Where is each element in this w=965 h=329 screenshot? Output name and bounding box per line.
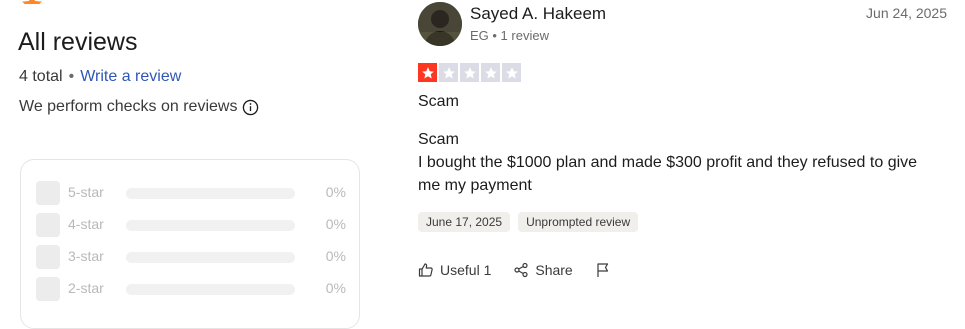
review-body-line: Scam xyxy=(418,131,459,148)
review-body-line: me my payment xyxy=(418,177,532,194)
share-label: Share xyxy=(535,262,573,278)
review-actions: Useful 1 Share xyxy=(418,262,617,278)
rating-distribution-card: 5-star 0% 4-star 0% 3-star 0% 2-star 0% xyxy=(20,159,360,329)
rating-bar xyxy=(126,188,295,199)
rating-percent: 0% xyxy=(325,184,346,200)
star-empty-icon xyxy=(439,63,458,82)
star-icon xyxy=(20,0,48,4)
page-title: All reviews xyxy=(18,28,138,56)
totals-line: 4 total • Write a review xyxy=(19,68,181,86)
share-button[interactable]: Share xyxy=(513,262,573,278)
rating-checkbox[interactable] xyxy=(36,245,60,269)
review-body: Scam I bought the $1000 plan and made $3… xyxy=(418,128,948,197)
reviewer-meta: EG • 1 review xyxy=(470,28,549,43)
rating-row-3[interactable]: 3-star 0% xyxy=(36,245,346,269)
reviews-summary-panel: All reviews 4 total • Write a review We pe… xyxy=(0,0,380,329)
rating-checkbox[interactable] xyxy=(36,181,60,205)
rating-percent: 0% xyxy=(325,216,346,232)
rating-bar xyxy=(126,284,295,295)
info-icon[interactable] xyxy=(242,99,259,116)
reviewer-name[interactable]: Sayed A. Hakeem xyxy=(470,4,606,24)
review-tags: June 17, 2025 Unprompted review xyxy=(418,212,639,232)
share-icon xyxy=(514,262,528,278)
checks-text: We perform checks on reviews xyxy=(19,98,238,115)
report-button[interactable] xyxy=(595,262,617,278)
useful-button[interactable]: Useful 1 xyxy=(418,262,491,278)
useful-label: Useful 1 xyxy=(440,262,492,278)
avatar[interactable] xyxy=(418,2,462,46)
total-count: 4 total xyxy=(19,68,63,85)
rating-row-2[interactable]: 2-star 0% xyxy=(36,277,346,301)
rating-label: 4-star xyxy=(68,216,104,232)
rating-label: 2-star xyxy=(68,280,104,296)
rating-row-5[interactable]: 5-star 0% xyxy=(36,181,346,205)
separator: • xyxy=(68,68,75,85)
thumbs-up-icon xyxy=(418,263,433,277)
rating-bar xyxy=(126,220,295,231)
star-empty-icon xyxy=(460,63,479,82)
write-review-link[interactable]: Write a review xyxy=(80,68,181,85)
rating-percent: 0% xyxy=(325,280,346,296)
review-body-line: I bought the $1000 plan and made $300 pr… xyxy=(418,154,918,171)
rating-checkbox[interactable] xyxy=(36,277,60,301)
star-empty-icon xyxy=(502,63,521,82)
unprompted-review-tag[interactable]: Unprompted review xyxy=(518,212,639,232)
rating-label: 3-star xyxy=(68,248,104,264)
flag-icon xyxy=(597,263,608,277)
rating-checkbox[interactable] xyxy=(36,213,60,237)
checks-notice[interactable]: We perform checks on reviews xyxy=(19,98,259,116)
rating-row-4[interactable]: 4-star 0% xyxy=(36,213,346,237)
experience-date-tag: June 17, 2025 xyxy=(418,212,511,232)
star-rating xyxy=(418,63,521,82)
review-date: Jun 24, 2025 xyxy=(866,5,947,21)
star-empty-icon xyxy=(481,63,500,82)
star-filled-icon xyxy=(418,63,437,82)
rating-label: 5-star xyxy=(68,184,104,200)
rating-bar xyxy=(126,252,295,263)
rating-percent: 0% xyxy=(325,248,346,264)
review-title: Scam xyxy=(418,93,459,110)
